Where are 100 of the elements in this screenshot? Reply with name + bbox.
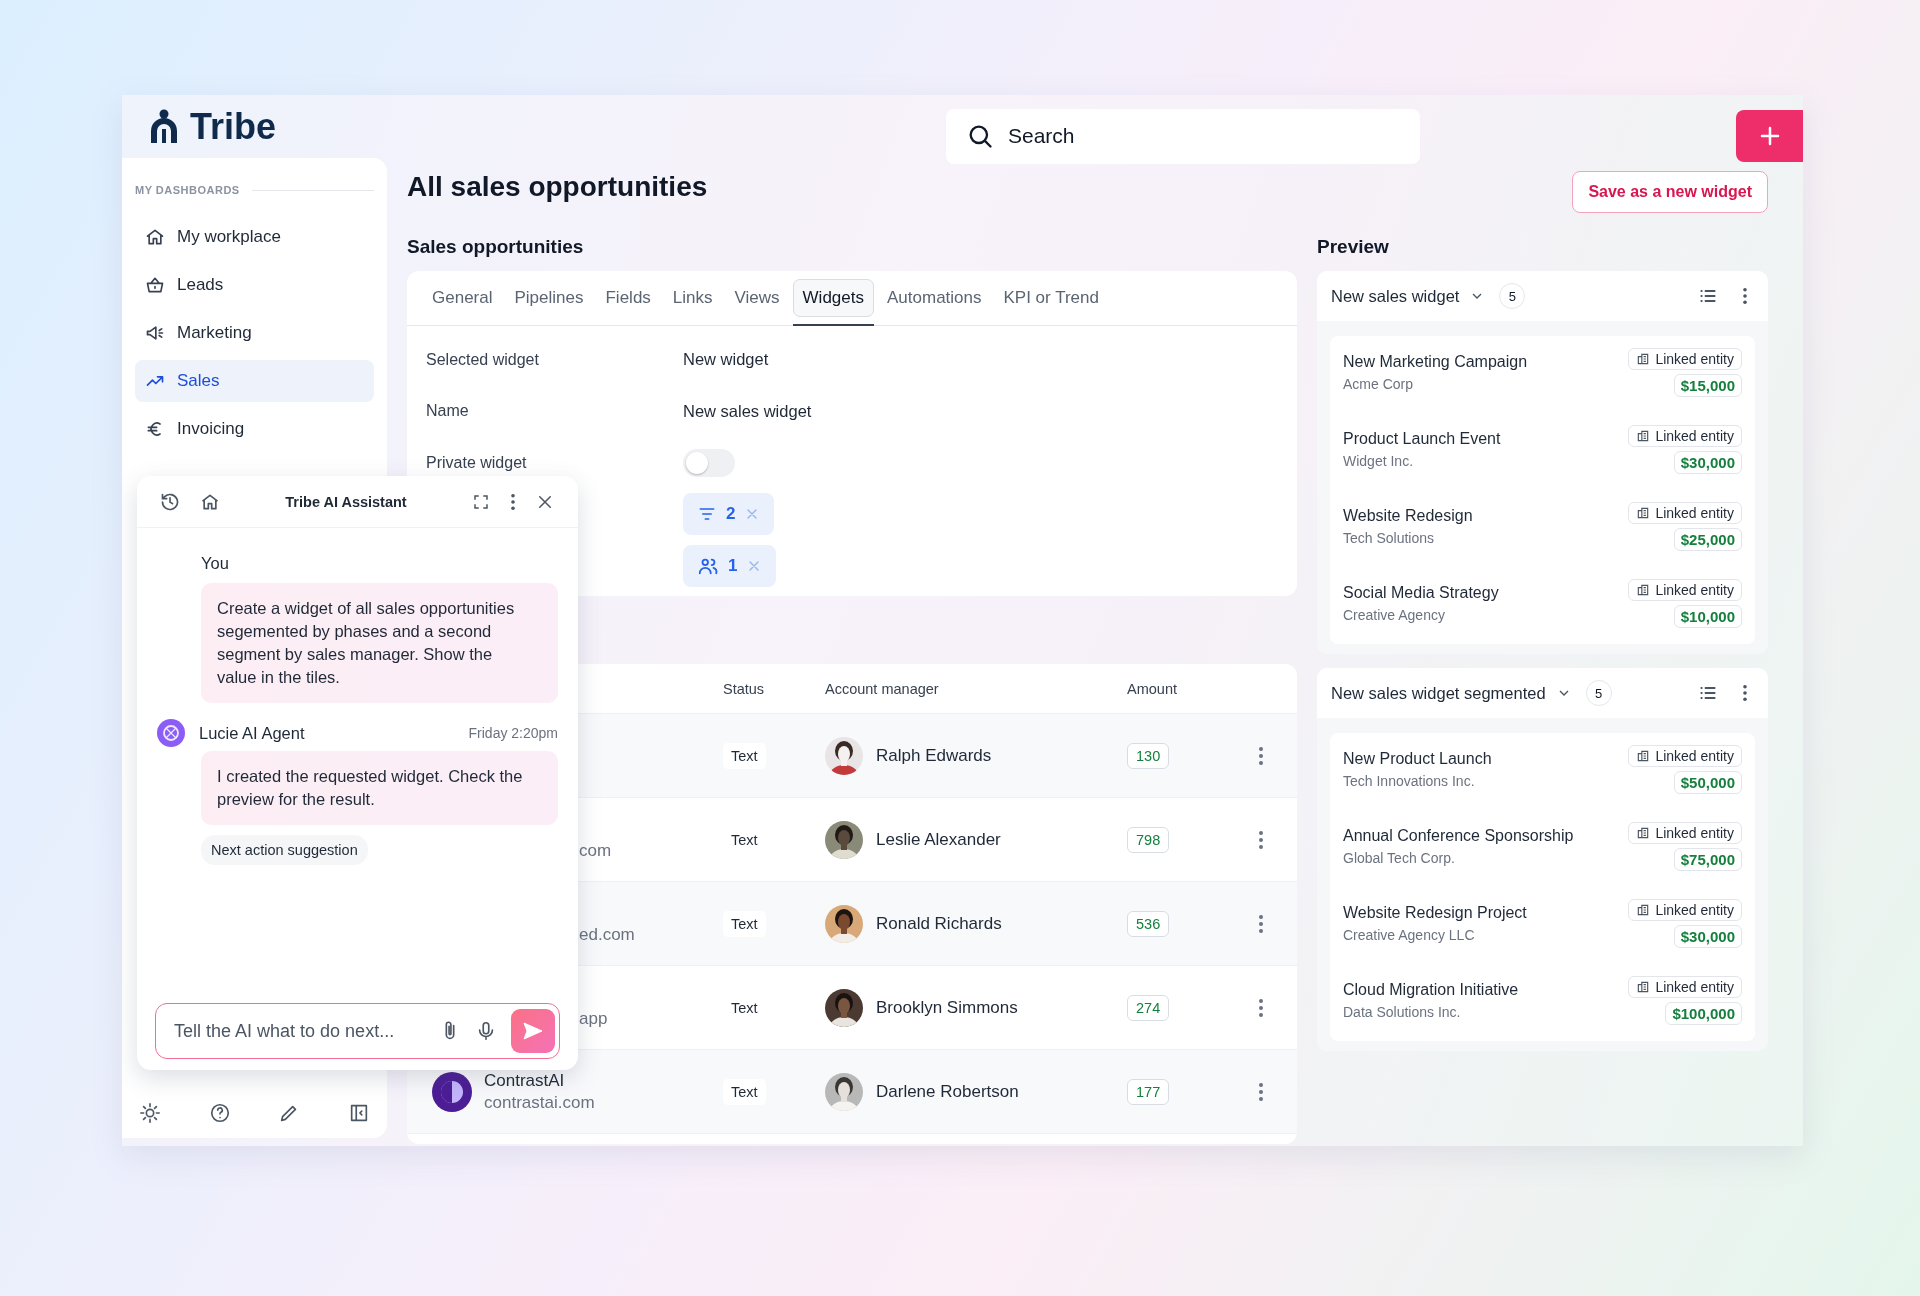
building-icon xyxy=(1636,352,1651,366)
send-button[interactable] xyxy=(511,1009,555,1053)
linked-entity-tag: Linked entity xyxy=(1628,348,1742,370)
linked-entity-tag: Linked entity xyxy=(1628,899,1742,921)
amount-tag: $50,000 xyxy=(1673,771,1742,794)
tab[interactable]: Pipelines xyxy=(505,279,593,317)
message-time: Friday 2:20pm xyxy=(468,725,558,741)
status-tag: Text xyxy=(723,742,766,769)
linked-entity-tag: Linked entity xyxy=(1628,502,1742,524)
sidebar-item[interactable]: Leads xyxy=(135,264,374,306)
amount-tag: $15,000 xyxy=(1673,374,1742,397)
building-icon xyxy=(1636,980,1651,994)
sidebar-item[interactable]: Marketing xyxy=(135,312,374,354)
status-tag: Text xyxy=(723,910,766,937)
company-domain: app xyxy=(579,1008,608,1029)
filter-chip[interactable]: 1 xyxy=(683,544,777,587)
opportunity-name: Cloud Migration Initiative xyxy=(1343,981,1519,999)
message-bubble: I created the requested widget. Check the preview for the result. xyxy=(201,751,558,825)
amount-tag: 798 xyxy=(1127,826,1170,853)
column-header: Account manager xyxy=(825,680,940,697)
sidebar-item[interactable]: Sales xyxy=(135,360,374,402)
tab[interactable]: Views xyxy=(725,279,789,317)
building-icon xyxy=(1636,429,1651,443)
save-widget-button[interactable]: Save as a new widget xyxy=(1572,171,1768,213)
company-name: Creative Agency xyxy=(1343,607,1446,623)
more-icon[interactable] xyxy=(1258,830,1264,850)
building-icon xyxy=(1636,903,1651,917)
company-domain: com xyxy=(579,840,612,861)
more-icon[interactable] xyxy=(1258,1082,1264,1102)
amount-tag: $100,000 xyxy=(1665,1002,1742,1025)
more-icon[interactable] xyxy=(1258,998,1264,1018)
tab[interactable]: Links xyxy=(663,279,722,317)
linked-entity-tag: Linked entity xyxy=(1628,822,1742,844)
tab[interactable]: General xyxy=(423,279,502,317)
company-name: Data Solutions Inc. xyxy=(1343,1004,1462,1020)
section-heading: Preview xyxy=(1317,235,1390,259)
basket-icon xyxy=(145,275,165,295)
building-icon xyxy=(1636,749,1651,763)
expand-icon[interactable] xyxy=(472,492,490,511)
amount-tag: $30,000 xyxy=(1673,451,1742,474)
column-header: Status xyxy=(723,680,766,697)
tab[interactable]: Automations xyxy=(878,279,991,317)
amount-tag: 274 xyxy=(1127,994,1170,1021)
suggestion-chip[interactable]: Next action suggestion xyxy=(201,835,368,865)
company-name: ContrastAI xyxy=(484,1070,566,1091)
sidebar-item[interactable]: My workplace xyxy=(135,216,374,258)
column-header: Amount xyxy=(1127,680,1178,697)
history-icon[interactable] xyxy=(160,491,180,512)
filter-chip[interactable]: 2 xyxy=(683,493,775,536)
opportunity-name: New Product Launch xyxy=(1343,750,1492,768)
opportunity-name: New Marketing Campaign xyxy=(1343,353,1528,371)
widget-title: New sales widget segmented xyxy=(1331,683,1546,703)
sidebar-item[interactable]: Invoicing xyxy=(135,408,374,450)
more-icon[interactable] xyxy=(1258,914,1264,934)
opportunity-name: Annual Conference Sponsorship xyxy=(1343,827,1574,845)
linked-entity-tag: Linked entity xyxy=(1628,745,1742,767)
tab[interactable]: Fields xyxy=(596,279,660,317)
linked-entity-tag: Linked entity xyxy=(1628,425,1742,447)
amount-tag: 177 xyxy=(1127,1078,1170,1105)
linked-entity-tag: Linked entity xyxy=(1628,976,1742,998)
company-name: Creative Agency LLC xyxy=(1343,927,1476,943)
page-title: All sales opportunities xyxy=(407,171,708,203)
status-tag: Text xyxy=(723,1078,766,1105)
manager-name: Brooklyn Simmons xyxy=(876,997,1018,1018)
more-icon[interactable] xyxy=(1742,287,1748,305)
tab[interactable]: KPI or Trend xyxy=(994,279,1108,317)
field-label: Selected widget xyxy=(426,350,539,368)
company-name: Global Tech Corp. xyxy=(1343,850,1456,866)
company-name: Acme Corp xyxy=(1343,376,1415,392)
send-icon xyxy=(521,1019,545,1043)
amount-tag: $25,000 xyxy=(1673,528,1742,551)
amount-tag: $10,000 xyxy=(1673,605,1742,628)
field-value: New widget xyxy=(683,350,769,370)
megaphone-icon xyxy=(145,323,165,343)
help-icon[interactable] xyxy=(208,1102,231,1124)
message-author: Lucie AI Agent xyxy=(199,723,305,743)
amount-tag: $75,000 xyxy=(1673,848,1742,871)
search-field[interactable]: Search xyxy=(946,108,1420,164)
company-name: Tech Solutions xyxy=(1343,530,1436,546)
field-label: Private widget xyxy=(426,453,527,471)
company-name: Tech Innovations Inc. xyxy=(1343,773,1476,789)
chat-title: Tribe AI Assistant xyxy=(284,493,408,510)
toggle-switch[interactable] xyxy=(683,448,735,477)
building-icon xyxy=(1636,826,1651,840)
company-name: Widget Inc. xyxy=(1343,453,1415,469)
chat-input[interactable]: Tell the AI what to do next... xyxy=(155,1003,560,1059)
manager-name: Darlene Robertson xyxy=(876,1081,1019,1102)
agent-avatar-icon xyxy=(157,719,185,747)
logo-icon xyxy=(150,108,178,145)
manager-name: Leslie Alexander xyxy=(876,829,1001,850)
company-logo-icon xyxy=(432,1071,472,1112)
more-icon[interactable] xyxy=(1742,684,1748,702)
building-icon xyxy=(1636,583,1651,597)
add-button[interactable] xyxy=(1736,110,1803,162)
opportunity-name: Website Redesign Project xyxy=(1343,904,1527,922)
widget-title: New sales widget xyxy=(1331,286,1460,306)
home-icon xyxy=(145,227,165,247)
more-icon[interactable] xyxy=(510,492,516,511)
tab[interactable]: Widgets xyxy=(792,279,874,317)
more-icon[interactable] xyxy=(1258,746,1264,766)
